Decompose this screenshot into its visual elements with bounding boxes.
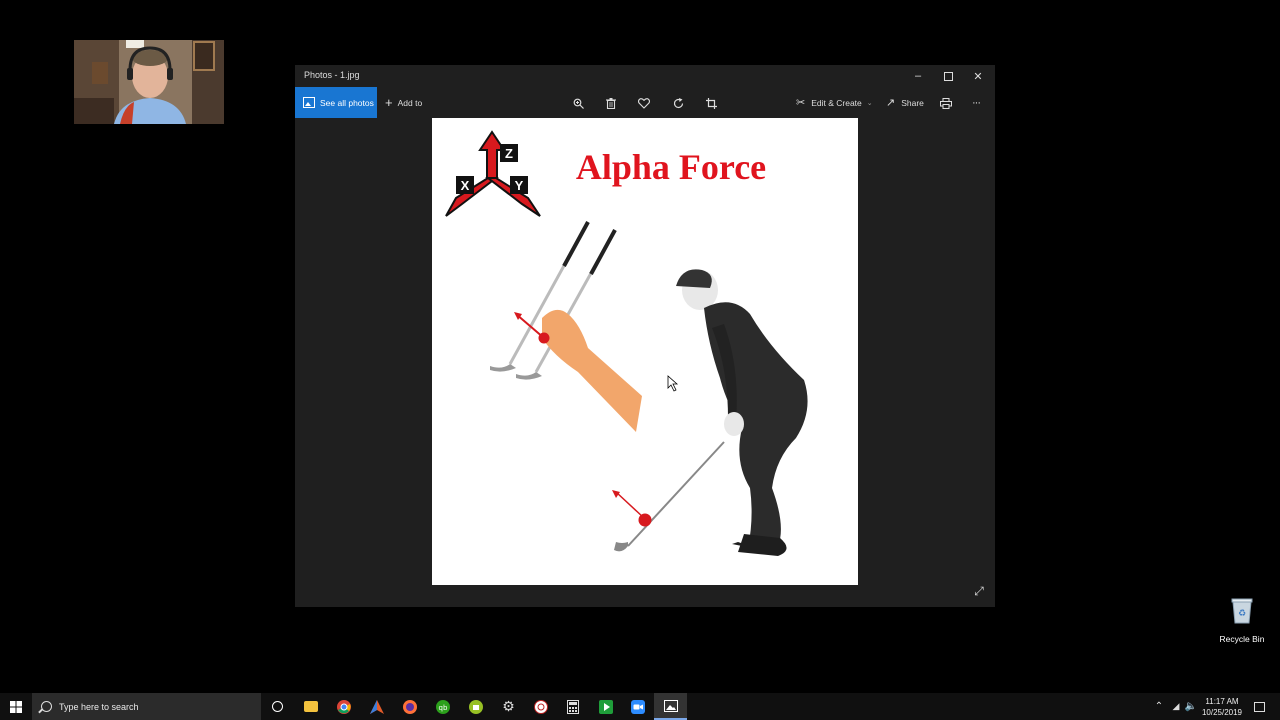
close-icon: ✕ <box>973 70 983 83</box>
chevron-up-icon: ⌃ <box>1154 701 1164 712</box>
photo-title: Alpha Force <box>576 147 766 187</box>
windows-icon <box>10 700 22 713</box>
minimize-button[interactable]: – <box>903 65 933 87</box>
network-button[interactable]: ◢ <box>1169 693 1183 720</box>
calculator-button[interactable] <box>556 693 589 720</box>
more-icon: ··· <box>972 96 981 109</box>
y-axis-label: Y <box>515 178 524 193</box>
add-to-button[interactable]: + Add to <box>385 87 422 118</box>
mouse-cursor <box>667 375 679 392</box>
see-all-photos-label: See all photos <box>320 97 374 108</box>
zoom-icon <box>573 98 584 109</box>
app-icon <box>369 699 384 714</box>
photos-icon <box>663 699 678 712</box>
svg-text:qb: qb <box>438 704 447 712</box>
webcam-overlay <box>74 40 224 124</box>
recycle-bin-icon: ♻ <box>1231 598 1253 624</box>
camtasia-button[interactable] <box>589 693 622 720</box>
add-to-label: Add to <box>397 97 423 108</box>
clock-date: 10/25/2019 <box>1201 708 1243 717</box>
camtasia-icon <box>598 699 613 714</box>
search-icon <box>41 701 52 712</box>
file-explorer-button[interactable] <box>294 693 327 720</box>
toolbar: See all photos + Add to ✂ Edit & Create … <box>295 87 995 118</box>
share-label: Share <box>901 97 924 108</box>
file-explorer-icon <box>303 701 318 712</box>
see-all-photos-button[interactable]: See all photos <box>295 87 377 118</box>
expand-icon: ⤢ <box>974 583 984 598</box>
zoom-app-button[interactable] <box>621 693 654 720</box>
edit-create-label: Edit & Create <box>811 97 862 108</box>
share-button[interactable]: ↗ Share <box>886 87 924 118</box>
start-button[interactable] <box>0 693 32 720</box>
rotate-icon <box>673 97 683 108</box>
chrome-icon <box>336 699 351 714</box>
svg-text:♻: ♻ <box>1238 609 1246 619</box>
close-button[interactable]: ✕ <box>963 65 993 87</box>
maximize-button[interactable] <box>933 65 963 87</box>
print-icon <box>940 97 952 109</box>
task-view-icon <box>272 701 283 712</box>
notification-icon <box>1253 701 1265 712</box>
maximize-icon <box>943 71 953 81</box>
chrome-button[interactable] <box>327 693 360 720</box>
app-button[interactable] <box>360 693 393 720</box>
android-button[interactable] <box>459 693 492 720</box>
minimize-icon: – <box>914 70 922 82</box>
delete-button[interactable] <box>603 95 619 111</box>
window-title: Photos - 1.jpg <box>304 70 360 80</box>
more-options-button[interactable]: ··· <box>972 87 981 118</box>
xyz-axes-logo: Z X Y <box>445 130 541 217</box>
quickbooks-icon: qb <box>435 699 450 714</box>
firefox-icon <box>402 699 417 714</box>
app-button-2[interactable] <box>524 693 557 720</box>
plus-icon: + <box>385 95 393 110</box>
z-axis-label: Z <box>505 146 513 161</box>
golfer-figure <box>612 269 808 556</box>
title-bar: Photos - 1.jpg – ✕ <box>295 65 995 87</box>
photos-icon <box>303 97 315 108</box>
calculator-icon <box>566 699 579 714</box>
zoom-button[interactable] <box>570 95 586 111</box>
search-box[interactable]: Type here to search <box>32 693 261 720</box>
quickbooks-button[interactable]: qb <box>426 693 459 720</box>
photo-viewer[interactable]: Z X Y Alpha Force <box>432 118 858 585</box>
android-icon <box>468 699 483 714</box>
photos-window: Photos - 1.jpg – ✕ See all photos + Add … <box>295 65 995 607</box>
delete-icon <box>606 97 616 109</box>
settings-icon: ⚙ <box>502 698 515 714</box>
wifi-icon: ◢ <box>1172 701 1180 711</box>
taskbar: Type here to search qb ⚙ ⌃ ◢ 🔈 11:17 AM … <box>0 693 1280 720</box>
recycle-bin-shortcut[interactable]: ♻ Recycle Bin <box>1217 597 1267 644</box>
favorite-icon <box>638 97 650 109</box>
zoom-icon <box>630 699 645 714</box>
task-view-button[interactable] <box>261 693 294 720</box>
rotate-button[interactable] <box>670 95 686 111</box>
photos-app-button[interactable] <box>654 693 687 720</box>
app-icon <box>533 699 548 714</box>
chevron-down-icon: ⌄ <box>866 99 873 107</box>
firefox-button[interactable] <box>393 693 426 720</box>
settings-button[interactable]: ⚙ <box>492 693 525 720</box>
show-hidden-icons-button[interactable]: ⌃ <box>1152 693 1166 720</box>
alpha-force-illustration: Z X Y Alpha Force <box>445 130 808 556</box>
clubs-with-hand <box>490 221 642 432</box>
share-icon: ↗ <box>886 97 896 109</box>
clock-time: 11:17 AM <box>1205 697 1239 706</box>
action-center-button[interactable] <box>1251 693 1267 720</box>
print-button[interactable] <box>938 95 954 111</box>
full-screen-button[interactable]: ⤢ <box>971 583 987 599</box>
edit-create-button[interactable]: ✂ Edit & Create ⌄ <box>796 87 873 118</box>
crop-button[interactable] <box>703 95 719 111</box>
search-placeholder: Type here to search <box>59 701 139 712</box>
x-axis-label: X <box>461 178 470 193</box>
clock[interactable]: 11:17 AM 10/25/2019 <box>1196 696 1248 718</box>
crop-icon <box>705 97 717 109</box>
recycle-bin-label: Recycle Bin <box>1219 634 1265 644</box>
favorite-button[interactable] <box>636 95 652 111</box>
edit-icon: ✂ <box>796 97 806 109</box>
